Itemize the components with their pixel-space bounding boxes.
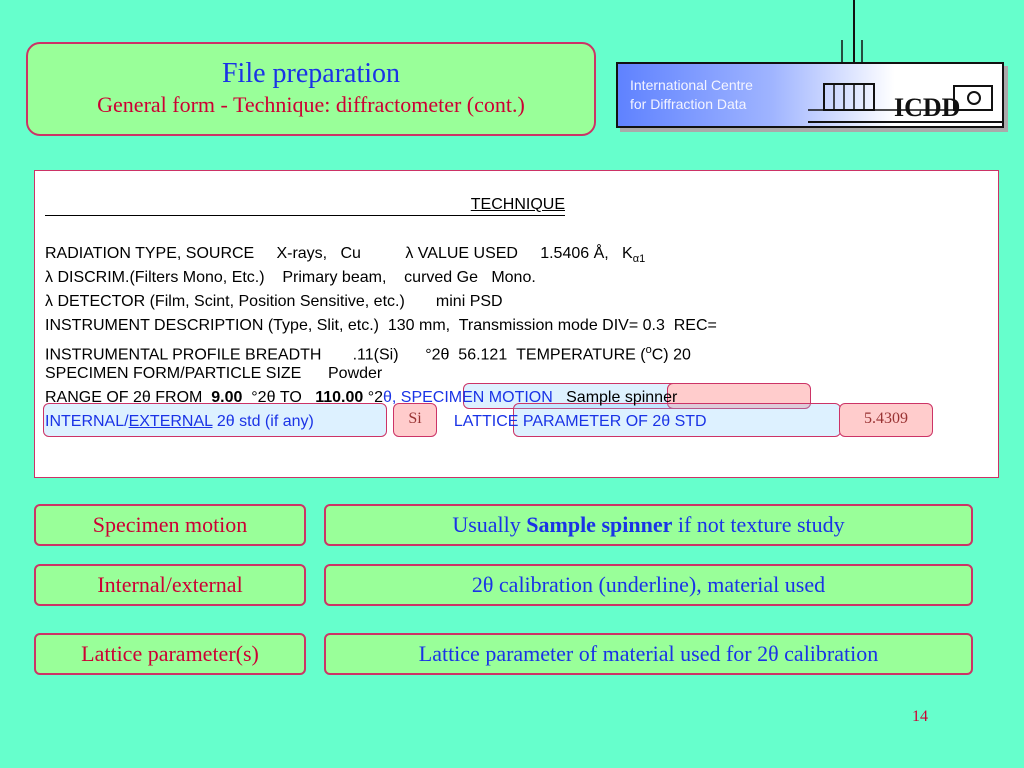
row-label-internal-external: Internal/external (34, 564, 306, 606)
page-number: 14 (912, 708, 928, 725)
row-desc-lattice-parameters: Lattice parameter of material used for 2… (324, 633, 973, 675)
title-box: File preparation General form - Techniqu… (26, 42, 596, 136)
radiation-line: RADIATION TYPE, SOURCE X-rays, Cu λ VALU… (45, 245, 646, 266)
profile-line: INSTRUMENTAL PROFILE BREADTH .11(Si) °2θ… (45, 344, 691, 364)
row-label-lattice-parameters: Lattice parameter(s) (34, 633, 306, 675)
icdd-logo: International Centre for Diffraction Dat… (612, 0, 1012, 140)
instrument-line: INSTRUMENT DESCRIPTION (Type, Slit, etc.… (45, 317, 717, 334)
icdd-mark-text: ICDD (894, 93, 960, 122)
internal-line: INTERNAL/EXTERNAL 2θ std (if any) LATTICE… (45, 413, 707, 430)
logo-text: International Centre for Diffraction Dat… (630, 77, 753, 112)
icdd-mark-icon: ICDD (808, 83, 1004, 123)
detector-line: λ DETECTOR (Film, Scint, Position Sensit… (45, 293, 503, 310)
lattice-label: LATTICE PARAMETER OF 2θ STD (453, 413, 707, 430)
row-desc-internal-external: 2θ calibration (underline), material use… (324, 564, 973, 606)
form-text: TECHNIQUE RADIATION TYPE, SOURCE X-rays,… (45, 193, 985, 434)
discrim-line: λ DISCRIM.(Filters Mono, Etc.) Primary b… (45, 269, 536, 286)
logo-panel: International Centre for Diffraction Dat… (616, 62, 1004, 128)
technique-heading: TECHNIQUE (45, 193, 565, 216)
row-desc-specimen-motion: Usually Sample spinner if not texture st… (324, 504, 973, 546)
specimen-line: SPECIMEN FORM/PARTICLE SIZE Powder (45, 365, 383, 382)
technique-form: Si 5.4309 TECHNIQUE RADIATION TYPE, SOUR… (34, 170, 999, 478)
page-title: File preparation (221, 58, 401, 89)
row-label-specimen-motion: Specimen motion (34, 504, 306, 546)
page-subtitle: General form - Technique: diffractometer… (97, 92, 525, 117)
range-line: RANGE OF 2θ FROM 9.00 °2θ TO 110.00 °2θ,… (45, 389, 678, 406)
